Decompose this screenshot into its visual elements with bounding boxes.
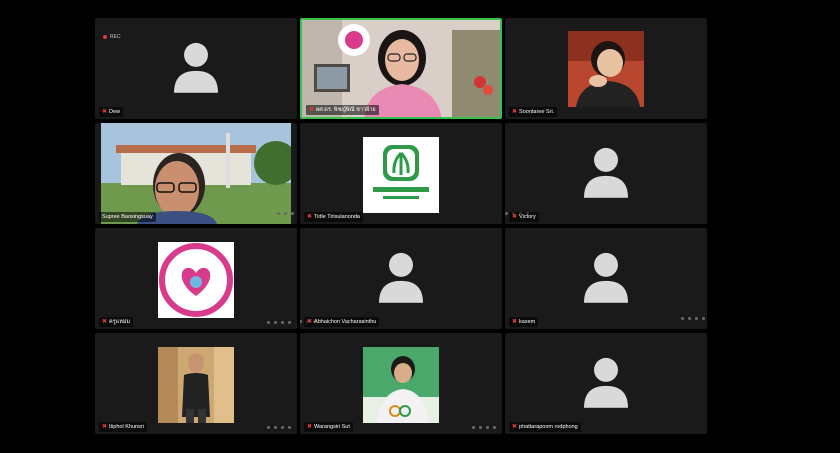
heart-seal-logo-icon	[159, 243, 233, 317]
participant-video	[363, 347, 439, 423]
mic-muted-icon: ✖	[307, 214, 313, 220]
avatar-placeholder-icon	[584, 147, 628, 198]
participant-tile[interactable]: ✖ Soontaree Sri.	[505, 18, 707, 119]
organization-logo	[158, 242, 234, 318]
participant-tile[interactable]: ✖ Warangsiri Sut	[300, 333, 502, 434]
avatar-placeholder-icon	[379, 252, 423, 303]
participant-name-label: ✖ Dew	[99, 107, 124, 117]
mic-muted-icon: ✖	[102, 424, 108, 430]
participant-name-label: ✖ Abhaichon Vacharasinthu	[304, 317, 380, 327]
participant-name-label: ✖ Warangsiri Sut	[304, 422, 353, 432]
participant-video	[568, 31, 644, 107]
participant-name-label: ✖ Itiphol Khunsri	[99, 422, 147, 432]
mic-muted-icon: ✖	[512, 214, 518, 220]
participant-name-label: ✖ kasem	[509, 317, 539, 327]
participant-video	[158, 347, 234, 423]
participant-name-label: ✖ phattarapoom rodphong	[509, 422, 581, 432]
participant-name-label: ✖ Tidle Tirisulanonda	[304, 212, 363, 222]
tile-more-indicator	[681, 317, 705, 320]
participant-tile[interactable]: ✖ Itiphol Khunsri	[95, 333, 297, 434]
leaf-logo-icon	[373, 145, 429, 199]
participant-tile-active-speaker[interactable]: ✖ ผศ.ดร. พิชญ์พิณี ชาวฝ้าย	[300, 18, 502, 119]
participant-tile[interactable]: ✖ Abhaichon Vacharasinthu	[300, 228, 502, 329]
tile-more-indicator	[267, 321, 291, 324]
record-icon	[103, 35, 107, 39]
participant-video	[101, 123, 291, 224]
mic-muted-icon: ✖	[307, 424, 313, 430]
mic-muted-icon: ✖	[309, 107, 315, 113]
participant-tile[interactable]: Supree Baosingsuay	[95, 123, 297, 224]
tile-more-indicator	[472, 426, 496, 429]
avatar-placeholder-icon	[174, 42, 218, 93]
mic-muted-icon: ✖	[512, 109, 518, 115]
participant-tile[interactable]: ✖ Victory	[505, 123, 707, 224]
mic-muted-icon: ✖	[102, 109, 108, 115]
organization-logo	[363, 137, 439, 213]
recording-label: REC	[110, 34, 121, 40]
recording-indicator: REC	[103, 34, 121, 40]
avatar-placeholder-icon	[584, 252, 628, 303]
tile-more-indicator	[277, 212, 297, 215]
participant-tile[interactable]: ✖ phattarapoom rodphong	[505, 333, 707, 434]
participant-tile[interactable]: REC ✖ Dew	[95, 18, 297, 119]
tile-more-indicator	[267, 426, 291, 429]
participant-name-label: ✖ Soontaree Sri.	[509, 107, 558, 117]
avatar-placeholder-icon	[584, 357, 628, 408]
video-grid: REC ✖ Dew ✖ ผศ.ดร. พิชญ์พิณี ชาวฝ้าย ✖ S…	[0, 0, 840, 453]
participant-tile[interactable]: ✖ ครูแหม่ม	[95, 228, 297, 329]
participant-tile[interactable]: ✖ kasem	[505, 228, 707, 329]
mic-muted-icon: ✖	[307, 319, 313, 325]
mic-muted-icon: ✖	[102, 319, 108, 325]
participant-name-label: ✖ ผศ.ดร. พิชญ์พิณี ชาวฝ้าย	[306, 105, 379, 115]
participant-tile[interactable]: ✖ Tidle Tirisulanonda	[300, 123, 502, 224]
participant-name-label: ✖ ครูแหม่ม	[99, 317, 134, 327]
mic-muted-icon: ✖	[512, 424, 518, 430]
mic-muted-icon: ✖	[512, 319, 518, 325]
participant-name-label: ✖ Victory	[509, 212, 539, 222]
participant-name-label: Supree Baosingsuay	[99, 212, 156, 222]
